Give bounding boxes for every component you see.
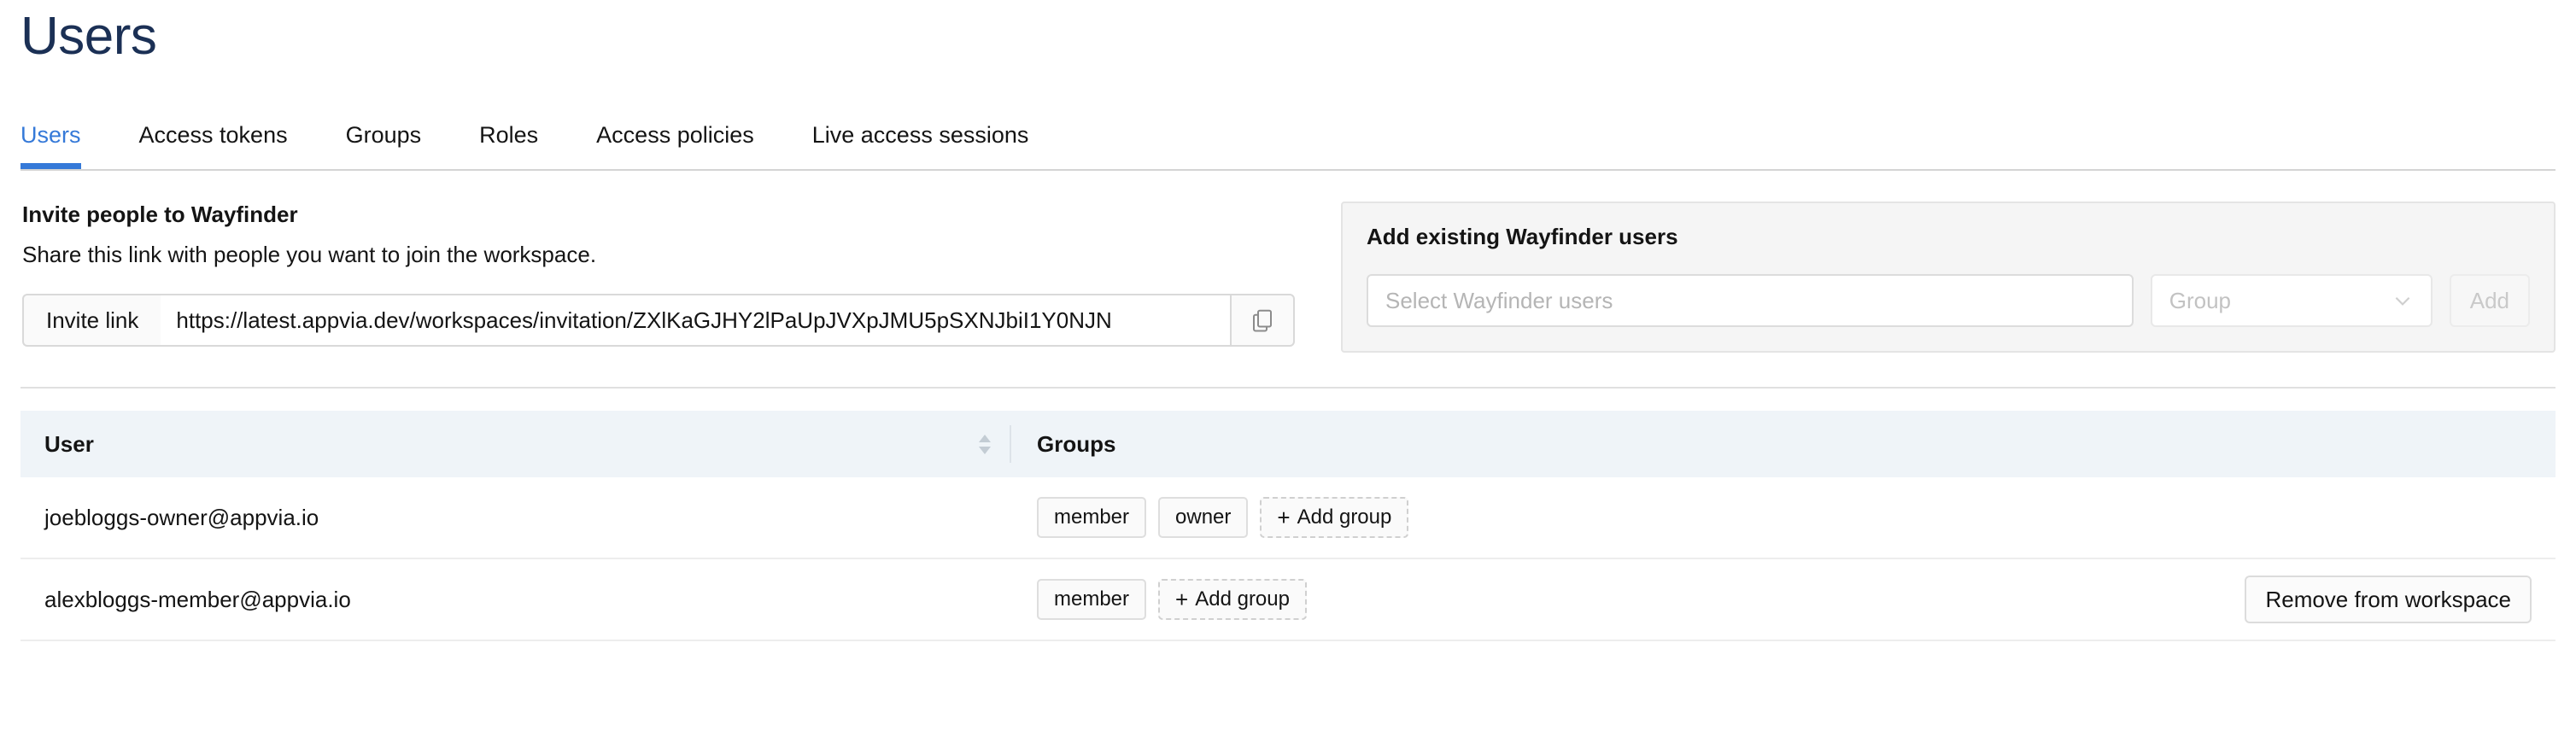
tab-bar-divider xyxy=(20,169,2556,171)
select-users-input[interactable]: Select Wayfinder users xyxy=(1367,274,2134,327)
column-header-user-label: User xyxy=(44,430,94,457)
user-email: alexbloggs-member@appvia.io xyxy=(44,586,351,612)
plus-icon: + xyxy=(1277,505,1291,530)
invite-panel: Invite people to Wayfinder Share this li… xyxy=(20,202,1327,347)
user-email: joebloggs-owner@appvia.io xyxy=(44,504,319,530)
table-row: joebloggs-owner@appvia.io member owner +… xyxy=(20,477,2556,559)
invite-section: Invite people to Wayfinder Share this li… xyxy=(20,202,2556,353)
table-row: alexbloggs-member@appvia.io member + Add… xyxy=(20,559,2556,641)
add-users-button[interactable]: Add xyxy=(2449,274,2530,327)
users-page: Users Users Access tokens Groups Roles A… xyxy=(0,0,2576,748)
invite-link-input[interactable] xyxy=(161,294,1230,347)
section-divider xyxy=(20,387,2556,389)
remove-from-workspace-button[interactable]: Remove from workspace xyxy=(2245,576,2532,623)
add-group-button[interactable]: + Add group xyxy=(1260,497,1409,538)
tab-label: Users xyxy=(20,121,81,148)
select-users-placeholder: Select Wayfinder users xyxy=(1385,287,1613,313)
add-group-label: Add group xyxy=(1297,505,1392,529)
tab-groups[interactable]: Groups xyxy=(317,104,451,166)
select-group-placeholder: Group xyxy=(2169,287,2231,313)
sort-arrows-icon[interactable] xyxy=(977,434,992,455)
add-group-label: Add group xyxy=(1195,587,1290,611)
tab-access-tokens[interactable]: Access tokens xyxy=(110,104,317,166)
sort-descending-caret xyxy=(979,446,991,454)
tab-label: Roles xyxy=(479,121,539,148)
tab-label: Access policies xyxy=(596,121,754,148)
sort-ascending-caret xyxy=(979,434,991,442)
tab-live-access-sessions[interactable]: Live access sessions xyxy=(783,104,1058,166)
column-divider xyxy=(1010,425,1011,463)
plus-icon: + xyxy=(1175,587,1189,612)
column-header-groups: Groups xyxy=(1037,430,1116,457)
group-tag[interactable]: member xyxy=(1037,579,1147,620)
copy-icon xyxy=(1250,307,1275,333)
tab-label: Groups xyxy=(345,121,422,148)
select-group-dropdown[interactable]: Group xyxy=(2150,274,2433,327)
invite-subtitle: Share this link with people you want to … xyxy=(22,242,597,267)
tab-access-policies[interactable]: Access policies xyxy=(567,104,783,166)
row-actions: Remove from workspace xyxy=(2245,576,2532,623)
add-existing-users-title: Add existing Wayfinder users xyxy=(1367,224,1678,249)
add-existing-users-controls: Select Wayfinder users Group Add xyxy=(1367,274,2530,327)
chevron-down-icon xyxy=(2392,289,2414,312)
group-tag[interactable]: member xyxy=(1037,497,1147,538)
tab-bar: Users Access tokens Groups Roles Access … xyxy=(20,104,2556,171)
add-existing-users-panel: Add existing Wayfinder users Select Wayf… xyxy=(1341,202,2556,353)
tab-list: Users Access tokens Groups Roles Access … xyxy=(20,104,2556,169)
tab-users[interactable]: Users xyxy=(20,104,110,169)
users-table-header: User Groups xyxy=(20,411,2556,477)
group-tag[interactable]: owner xyxy=(1158,497,1249,538)
invite-link-group: Invite link xyxy=(22,294,1295,347)
tab-label: Live access sessions xyxy=(811,121,1029,148)
users-table: User Groups joebloggs-owner@appvia.io me… xyxy=(20,411,2556,641)
user-groups: member + Add group Remove from workspace xyxy=(1037,576,2532,623)
invite-title: Invite people to Wayfinder xyxy=(22,202,298,227)
add-group-button[interactable]: + Add group xyxy=(1158,579,1307,620)
copy-invite-link-button[interactable] xyxy=(1230,294,1295,347)
user-groups: member owner + Add group xyxy=(1037,494,2532,541)
page-title: Users xyxy=(20,7,157,66)
tab-roles[interactable]: Roles xyxy=(450,104,567,166)
invite-link-label: Invite link xyxy=(22,294,161,347)
tab-label: Access tokens xyxy=(138,121,288,148)
column-header-user[interactable]: User xyxy=(44,431,1010,458)
